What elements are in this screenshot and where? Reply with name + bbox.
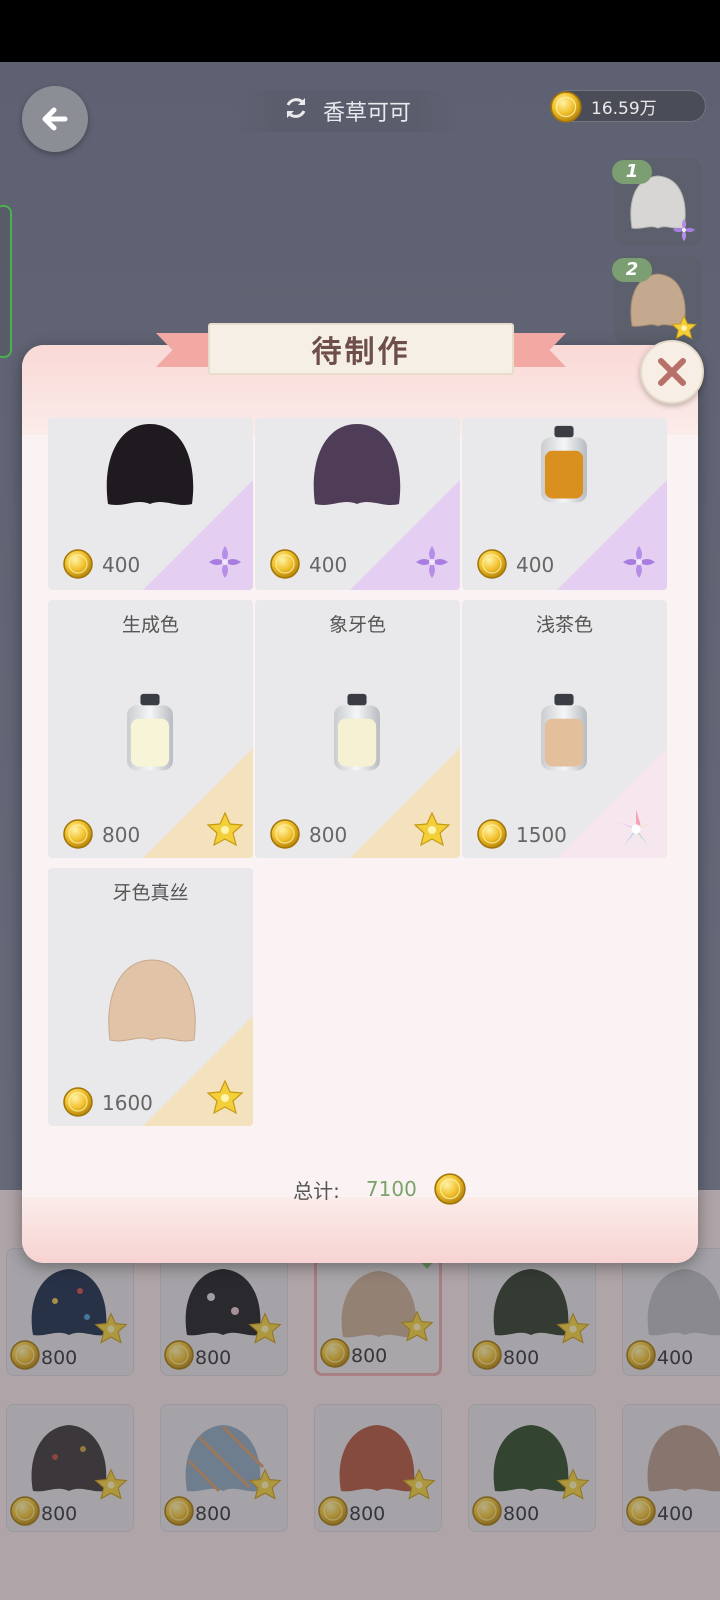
cloth-icon — [106, 424, 194, 505]
item-price: 800 — [102, 823, 141, 847]
cloth-icon — [108, 959, 196, 1042]
item-price: 400 — [309, 553, 348, 577]
purple-star-icon — [416, 546, 448, 578]
coin-balance: 16.59万 — [550, 90, 706, 123]
queue-number-badge: 1 — [612, 160, 652, 184]
character-name: 香草可可 — [322, 101, 411, 126]
item-name: 牙色真丝 — [112, 882, 189, 904]
craft-item-card[interactable]: 象牙色 800 — [255, 600, 460, 858]
dialog-footer-decoration — [22, 1197, 698, 1263]
queue-slot-2[interactable]: 2 — [612, 256, 702, 344]
dialog-title-ribbon: 待制作 — [156, 323, 566, 379]
coin-icon — [270, 549, 300, 579]
coin-icon — [270, 819, 300, 849]
dye-bottle-icon — [541, 693, 587, 771]
coin-balance-value: 16.59万 — [591, 98, 657, 119]
coin-icon — [434, 1173, 466, 1205]
total-value: 7100 — [365, 1177, 417, 1201]
back-arrow-icon — [42, 107, 68, 131]
item-name: 生成色 — [121, 614, 179, 636]
rainbow-star-icon — [617, 809, 655, 847]
back-button[interactable] — [22, 86, 88, 152]
character-title-bar[interactable]: 香草可可 — [232, 90, 460, 132]
refresh-icon[interactable] — [281, 93, 311, 129]
system-status-bar — [0, 0, 720, 62]
item-name: 浅茶色 — [535, 614, 593, 636]
item-price: 400 — [516, 553, 555, 577]
craft-item-card[interactable]: 牙色真丝 1600 — [48, 868, 253, 1126]
item-price: 1600 — [102, 1091, 153, 1115]
side-panel-tab[interactable] — [0, 205, 12, 358]
item-price: 1500 — [516, 823, 567, 847]
close-button[interactable] — [640, 340, 704, 404]
queue-slot-1[interactable]: 1 — [612, 158, 702, 246]
item-price: 800 — [309, 823, 348, 847]
dye-bottle-icon — [334, 693, 380, 771]
total-cost-row: 总计: 7100 — [22, 1172, 698, 1206]
craft-item-card[interactable]: 400 — [255, 418, 460, 590]
gold-star-icon — [414, 812, 450, 846]
cloth-icon — [313, 424, 401, 505]
gold-star-icon — [671, 315, 697, 339]
purple-star-icon — [672, 218, 696, 242]
coin-icon — [63, 1087, 93, 1117]
queue-number-badge: 2 — [612, 258, 652, 282]
gold-star-icon — [207, 1080, 243, 1114]
craft-item-card[interactable]: 浅茶色 1500 — [462, 600, 667, 858]
item-price: 400 — [102, 553, 141, 577]
coin-icon — [477, 549, 507, 579]
coin-icon — [477, 819, 507, 849]
dye-bottle-icon — [127, 693, 173, 771]
coin-icon — [550, 91, 582, 123]
gold-star-icon — [207, 812, 243, 846]
close-icon — [658, 358, 686, 386]
dialog-title: 待制作 — [208, 323, 514, 375]
total-label: 总计: — [293, 1178, 340, 1203]
coin-icon — [63, 819, 93, 849]
craft-item-card[interactable]: 生成色 800 — [48, 600, 253, 858]
purple-star-icon — [209, 546, 241, 578]
craft-item-card[interactable]: 400 — [48, 418, 253, 590]
coin-icon — [63, 549, 93, 579]
dye-bottle-icon — [541, 425, 587, 503]
item-name: 象牙色 — [328, 614, 386, 636]
craft-item-card[interactable]: 400 — [462, 418, 667, 590]
purple-star-icon — [623, 546, 655, 578]
